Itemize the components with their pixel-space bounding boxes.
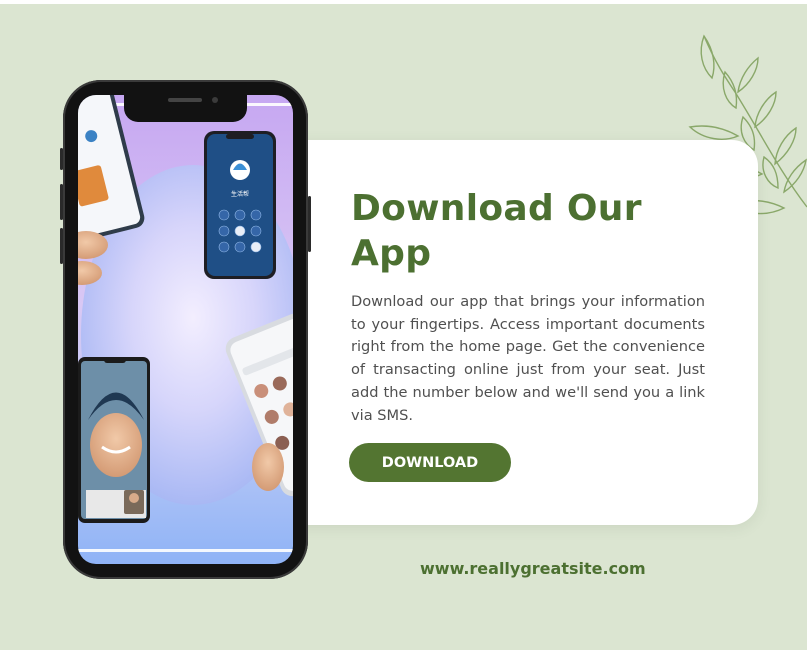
download-button[interactable]: DOWNLOAD <box>349 443 511 482</box>
app-name-label: 生活帮 <box>231 190 249 198</box>
phone-camera <box>212 97 218 103</box>
phone-power-button <box>308 196 311 252</box>
phone-notch <box>124 92 247 122</box>
website-link[interactable]: www.reallygreatsite.com <box>420 559 646 579</box>
phone-mute-switch <box>60 148 63 170</box>
phone-volume-up <box>60 184 63 220</box>
page-background: Download Our App Download our app that b… <box>0 4 807 650</box>
promo-description: Download our app that brings your inform… <box>351 293 705 424</box>
phone-speaker <box>168 98 202 102</box>
phone-volume-down <box>60 228 63 264</box>
screen-artwork: 生活帮 <box>78 95 293 564</box>
page-title: Download Our App <box>351 188 642 274</box>
phone-mockup-image: 生活帮 <box>60 80 311 579</box>
phone-screen: 生活帮 <box>78 95 293 564</box>
